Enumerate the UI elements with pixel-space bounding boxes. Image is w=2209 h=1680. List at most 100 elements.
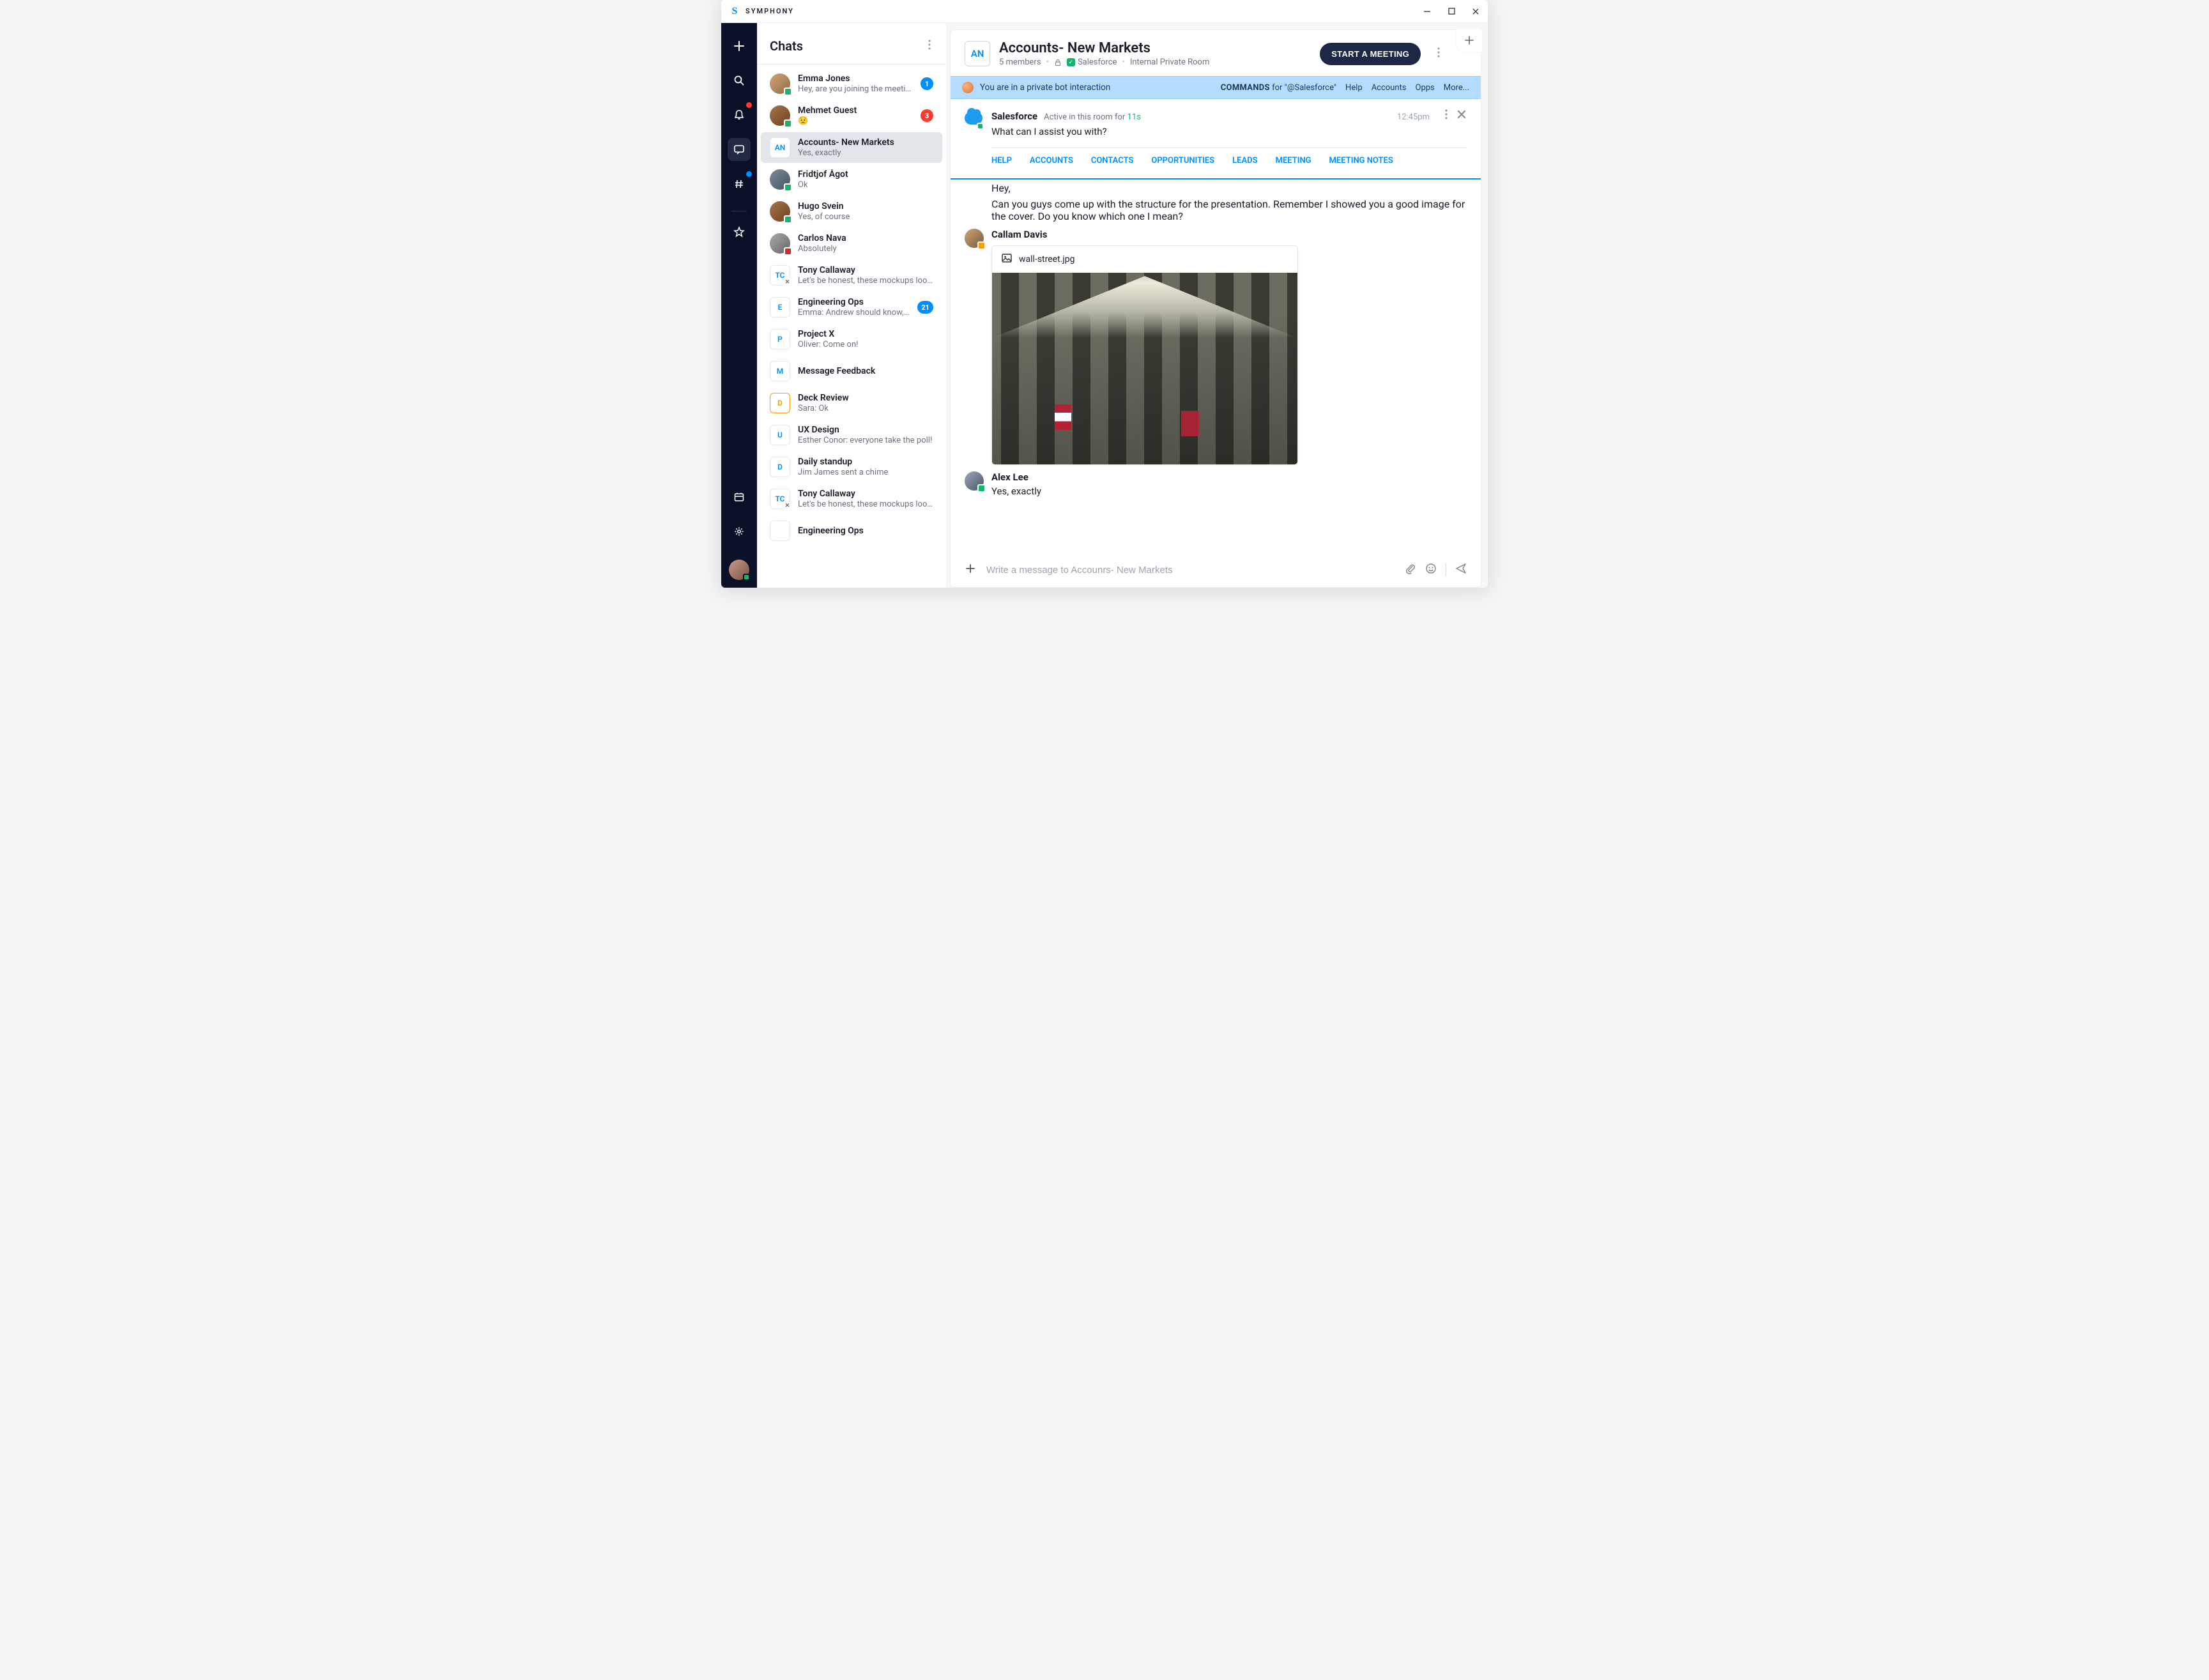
chat-list-item[interactable]: P Project XOliver: Come on! bbox=[761, 324, 942, 355]
chat-list-item[interactable]: TC✕Tony CallawayLet's be honest, these m… bbox=[761, 260, 942, 291]
bot-close-button[interactable] bbox=[1456, 109, 1467, 122]
avatar-presence-icon bbox=[784, 119, 792, 128]
banner-link-help[interactable]: Help bbox=[1345, 83, 1363, 93]
bot-more-button[interactable] bbox=[1445, 109, 1448, 122]
chat-item-preview: Let's be honest, these mockups look gre… bbox=[798, 276, 933, 286]
chat-list-item[interactable]: TC✕Tony CallawayLet's be honest, these m… bbox=[761, 484, 942, 514]
channels-dot-icon bbox=[746, 171, 752, 177]
chat-list-item[interactable]: Emma JonesHey, are you joining the meeti… bbox=[761, 68, 942, 99]
chat-list-item[interactable]: DDaily standupJim James sent a chime bbox=[761, 452, 942, 482]
chat-avatar bbox=[770, 521, 790, 541]
chat-avatar: U bbox=[770, 425, 790, 445]
bot-quick-link[interactable]: LEADS bbox=[1232, 156, 1257, 165]
chat-avatar bbox=[770, 73, 790, 94]
chat-item-preview: Hey, are you joining the meeting? bbox=[798, 84, 913, 94]
bot-quick-link[interactable]: CONTACTS bbox=[1091, 156, 1134, 165]
bot-name: Salesforce bbox=[991, 111, 1037, 122]
composer-input[interactable] bbox=[985, 564, 1396, 576]
message: Callam Davis wall-street.jpg bbox=[965, 229, 1467, 465]
rail-user-avatar[interactable] bbox=[729, 560, 749, 580]
chat-item-name: Emma Jones bbox=[798, 73, 913, 84]
chat-list-item[interactable]: Engineering Ops bbox=[761, 515, 942, 546]
bot-quick-link[interactable]: HELP bbox=[991, 156, 1012, 165]
chat-avatar: TC✕ bbox=[770, 489, 790, 509]
bot-message: What can I assist you with? bbox=[991, 126, 1467, 137]
bot-quick-link[interactable]: MEETING bbox=[1276, 156, 1311, 165]
chat-avatar: P bbox=[770, 329, 790, 349]
chat-item-name: Carlos Nava bbox=[798, 233, 933, 243]
attachment-filename: wall-street.jpg bbox=[1019, 254, 1074, 264]
chat-avatar: E bbox=[770, 297, 790, 317]
room-more-button[interactable] bbox=[1435, 45, 1442, 63]
chat-item-name: Project X bbox=[798, 329, 933, 339]
bot-quick-link[interactable]: ACCOUNTS bbox=[1030, 156, 1073, 165]
chat-list-item[interactable]: EEngineering OpsEmma: Andrew should know… bbox=[761, 292, 942, 323]
image-file-icon bbox=[1001, 252, 1013, 266]
chat-avatar bbox=[770, 233, 790, 254]
avatar-presence-icon bbox=[784, 215, 792, 224]
composer-add-button[interactable] bbox=[965, 563, 976, 577]
avatar-presence-icon bbox=[784, 247, 792, 256]
chat-list-item[interactable]: Mehmet Guest😟3 bbox=[761, 100, 942, 131]
chat-list-panel: Chats Emma JonesHey, are you joining the… bbox=[757, 23, 946, 588]
rail-channels-button[interactable] bbox=[728, 172, 751, 195]
message-fragment: Hey, bbox=[991, 182, 1467, 194]
message-sender: Alex Lee bbox=[991, 471, 1467, 483]
chat-item-preview: 😟 bbox=[798, 116, 913, 126]
chat-item-preview: Absolutely bbox=[798, 244, 933, 254]
bot-card: Salesforce Active in this room for 11s 1… bbox=[951, 99, 1481, 172]
window-titlebar: S SYMPHONY bbox=[721, 0, 1488, 23]
banner-link-opps[interactable]: Opps bbox=[1416, 83, 1435, 93]
chat-list-item[interactable]: UUX DesignEsther Conor: everyone take th… bbox=[761, 420, 942, 450]
chat-item-preview: Sara: Ok bbox=[798, 404, 933, 413]
emoji-button[interactable] bbox=[1425, 563, 1437, 577]
rail-favorites-button[interactable] bbox=[728, 220, 751, 243]
rail-chats-button[interactable] bbox=[728, 138, 751, 161]
window-maximize-button[interactable] bbox=[1447, 7, 1456, 16]
chat-list-item[interactable]: Fridtjof ÅgotOk bbox=[761, 164, 942, 195]
window-minimize-button[interactable] bbox=[1423, 7, 1432, 16]
chat-list-item[interactable]: MMessage Feedback bbox=[761, 356, 942, 386]
room-subtitle: 5 members • ✓ Salesforce • Internal Priv… bbox=[999, 57, 1311, 67]
chat-item-name: Tony Callaway bbox=[798, 489, 933, 499]
window-close-button[interactable] bbox=[1471, 7, 1480, 16]
chat-avatar: M bbox=[770, 361, 790, 381]
rail-settings-button[interactable] bbox=[728, 520, 751, 543]
bot-command-banner: You are in a private bot interaction COM… bbox=[951, 76, 1481, 99]
send-button[interactable] bbox=[1455, 563, 1467, 577]
chat-list-item[interactable]: Hugo SveinYes, of course bbox=[761, 196, 942, 227]
chat-list-title: Chats bbox=[770, 38, 803, 54]
bot-quick-link[interactable]: OPPORTUNITIES bbox=[1151, 156, 1214, 165]
start-meeting-button[interactable]: START A MEETING bbox=[1320, 43, 1421, 65]
chat-item-name: Accounts- New Markets bbox=[798, 137, 933, 148]
attachment-card[interactable]: wall-street.jpg bbox=[991, 245, 1298, 465]
chat-item-name: Deck Review bbox=[798, 393, 933, 403]
room-chip-label: Salesforce bbox=[1078, 57, 1117, 67]
nav-rail bbox=[721, 23, 757, 588]
rail-notifications-button[interactable] bbox=[728, 103, 751, 126]
chat-list-more-button[interactable] bbox=[926, 37, 933, 55]
unread-badge: 1 bbox=[921, 77, 933, 90]
bot-quick-link[interactable]: MEETING NOTES bbox=[1329, 156, 1393, 165]
banner-link-more[interactable]: More... bbox=[1444, 83, 1469, 93]
chat-items-scroll[interactable]: Emma JonesHey, are you joining the meeti… bbox=[757, 65, 946, 588]
bot-quick-links: HELP ACCOUNTS CONTACTS OPPORTUNITIES LEADS ME… bbox=[991, 156, 1467, 165]
chat-list-item[interactable]: Carlos NavaAbsolutely bbox=[761, 228, 942, 259]
chat-list-item[interactable]: DDeck ReviewSara: Ok bbox=[761, 388, 942, 418]
chat-item-name: Tony Callaway bbox=[798, 265, 933, 275]
rail-apps-button[interactable] bbox=[728, 485, 751, 508]
attach-file-button[interactable] bbox=[1405, 563, 1416, 577]
banner-link-accounts[interactable]: Accounts bbox=[1372, 83, 1407, 93]
messages-scroll[interactable]: Hey, Can you guys come up with the struc… bbox=[951, 179, 1481, 554]
message-text: Yes, exactly bbox=[991, 485, 1467, 497]
chat-item-preview: Oliver: Come on! bbox=[798, 340, 933, 349]
chat-list-item[interactable]: ANAccounts- New MarketsYes, exactly bbox=[761, 132, 942, 163]
bot-presence-icon bbox=[977, 123, 984, 130]
bot-status: Active in this room for 11s bbox=[1044, 112, 1141, 122]
new-tab-button[interactable] bbox=[1456, 29, 1482, 52]
message-avatar bbox=[965, 229, 984, 248]
rail-search-button[interactable] bbox=[728, 69, 751, 92]
chat-item-name: Daily standup bbox=[798, 457, 933, 467]
rail-new-button[interactable] bbox=[728, 34, 751, 57]
chat-item-preview: Yes, exactly bbox=[798, 148, 933, 158]
